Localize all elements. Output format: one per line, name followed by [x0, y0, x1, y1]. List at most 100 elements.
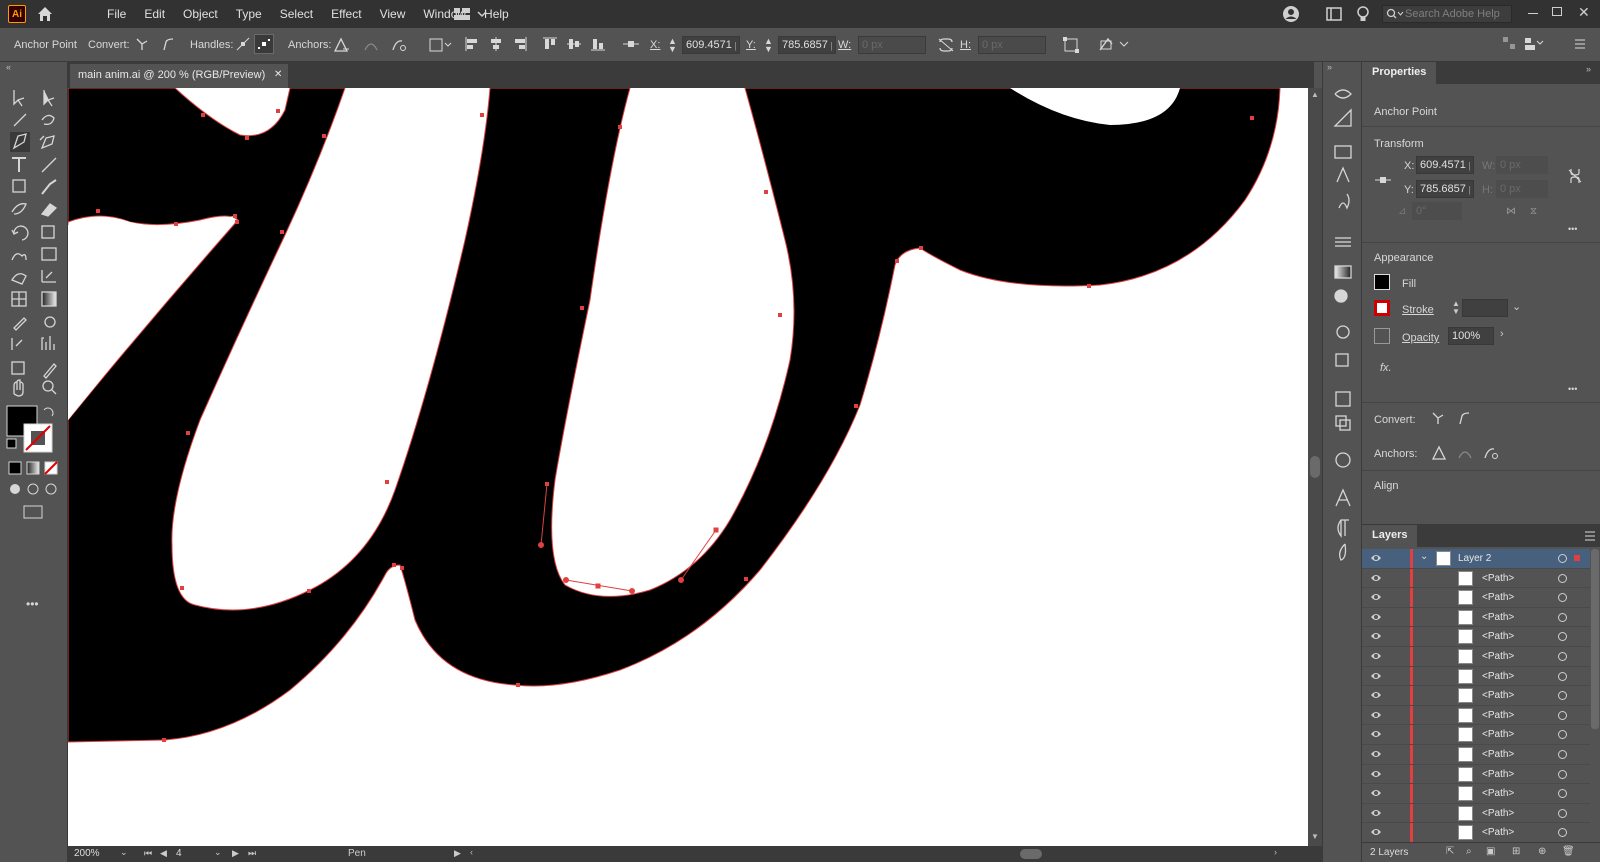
scale-tool-icon[interactable] [41, 225, 55, 239]
layer-row-path[interactable]: <Path> [1362, 745, 1590, 765]
symbols-panel-icon[interactable] [1338, 193, 1350, 210]
export-layer-icon[interactable]: ⇱ [1446, 846, 1454, 857]
visibility-eye-icon[interactable] [1370, 553, 1382, 565]
menu-file[interactable]: File [98, 7, 135, 21]
draw-normal-icon[interactable] [10, 484, 20, 494]
align-left-icon[interactable] [464, 36, 480, 52]
color-mode-icon[interactable] [8, 461, 22, 475]
swatches-panel-icon[interactable] [1334, 145, 1352, 159]
target-circle-icon[interactable] [1558, 593, 1567, 603]
align-center-icon[interactable] [488, 36, 504, 52]
document-tab[interactable]: main anim.ai @ 200 % (RGB/Preview) ✕ [70, 64, 288, 88]
path-name[interactable]: <Path> [1482, 631, 1514, 642]
visibility-eye-icon[interactable] [1370, 729, 1382, 741]
layer-row-path[interactable]: <Path> [1362, 784, 1590, 804]
opentype-panel-icon[interactable] [1339, 543, 1347, 561]
hscroll-right-icon[interactable]: › [1274, 847, 1277, 857]
brushes-panel-icon[interactable] [1336, 166, 1350, 183]
layer-name[interactable]: Layer 2 [1458, 553, 1491, 564]
visibility-eye-icon[interactable] [1370, 592, 1382, 604]
layer-row-path[interactable]: <Path> [1362, 568, 1590, 589]
artboard-tool-icon[interactable] [11, 361, 25, 375]
y-field[interactable] [778, 36, 836, 54]
asset-export-panel-icon[interactable] [1335, 391, 1351, 407]
target-circle-icon[interactable] [1558, 828, 1567, 838]
selection-tool-icon[interactable] [13, 90, 25, 107]
props-remove-anchor-icon[interactable] [1430, 444, 1448, 462]
scroll-up-icon[interactable]: ▲ [1311, 90, 1319, 99]
props-connect-anchors-icon[interactable] [1456, 444, 1474, 462]
align-middle-icon[interactable] [566, 36, 582, 52]
gradient-mode-icon[interactable] [26, 461, 40, 475]
collapse-panels-icon[interactable]: » [1327, 62, 1332, 72]
draw-behind-icon[interactable] [27, 483, 39, 495]
paragraph-panel-icon[interactable] [1337, 519, 1349, 538]
path-name[interactable]: <Path> [1482, 671, 1514, 682]
layer-row-path[interactable]: <Path> [1362, 607, 1590, 628]
letter-stroke-shape[interactable] [68, 88, 1281, 743]
draw-inside-icon[interactable] [45, 483, 57, 495]
artboard-dropdown-icon[interactable]: ⌄ [214, 847, 222, 858]
hscroll-thumb[interactable] [1020, 849, 1042, 859]
layer-row-path[interactable]: <Path> [1362, 627, 1590, 647]
target-circle-icon[interactable] [1558, 671, 1567, 681]
menu-effect[interactable]: Effect [322, 7, 370, 21]
transform-more-icon[interactable]: ••• [1568, 224, 1577, 234]
layers-scrollbar[interactable] [1591, 549, 1599, 729]
artboard-number[interactable]: 4 [176, 848, 182, 859]
menu-type[interactable]: Type [227, 7, 271, 21]
target-circle-icon[interactable] [1558, 554, 1567, 563]
arrange-documents-icon[interactable] [1326, 7, 1342, 21]
w-field[interactable] [858, 36, 926, 54]
collapse-tools-icon[interactable]: « [6, 62, 11, 72]
props-convert-smooth-icon[interactable] [1456, 410, 1472, 426]
eraser-tool-icon[interactable] [40, 203, 58, 217]
color-guide-panel-icon[interactable] [1333, 108, 1352, 127]
layer-row-path[interactable]: <Path> [1362, 588, 1590, 608]
mesh-tool-icon[interactable] [11, 291, 27, 307]
layer-row-path[interactable]: <Path> [1362, 803, 1590, 824]
new-layer-icon[interactable]: ⊕ [1538, 846, 1546, 857]
slice-tool-icon[interactable] [43, 363, 57, 379]
new-sublayer-icon[interactable]: ⊞ [1512, 846, 1520, 857]
convert-smooth-icon[interactable] [160, 36, 176, 52]
fx-label[interactable]: fx. [1380, 362, 1392, 374]
scroll-down-icon[interactable]: ▼ [1311, 832, 1319, 841]
target-circle-icon[interactable] [1558, 769, 1567, 779]
target-circle-icon[interactable] [1558, 652, 1567, 661]
graphic-styles-panel-icon[interactable] [1335, 353, 1349, 367]
control-bar-menu-icon[interactable] [1574, 38, 1586, 50]
path-name[interactable]: <Path> [1482, 788, 1514, 799]
path-name[interactable]: <Path> [1482, 710, 1514, 721]
target-circle-icon[interactable] [1558, 789, 1567, 799]
graph-tool-icon[interactable] [41, 336, 55, 350]
opacity-field[interactable] [1448, 327, 1494, 345]
select-similar-icon[interactable] [1098, 36, 1132, 54]
gradient-panel-icon[interactable] [1334, 265, 1352, 279]
layer-row-layer-2[interactable]: ⌄ Layer 2 [1362, 549, 1590, 569]
menu-edit[interactable]: Edit [135, 7, 174, 21]
home-icon[interactable] [36, 5, 54, 23]
type-tool-icon[interactable] [12, 157, 26, 172]
workspace-switcher-icon[interactable] [454, 7, 488, 21]
props-cut-path-icon[interactable] [1482, 444, 1500, 462]
status-menu-icon[interactable]: ▶ [454, 848, 461, 859]
hand-tool-icon[interactable] [13, 379, 24, 397]
last-artboard-icon[interactable]: ⏭ [248, 848, 256, 859]
visibility-eye-icon[interactable] [1370, 769, 1382, 781]
character-panel-icon[interactable] [1335, 488, 1351, 507]
x-field[interactable] [682, 36, 740, 54]
user-account-icon[interactable] [1282, 5, 1300, 23]
previous-artboard-icon[interactable]: ◀ [160, 848, 167, 859]
line-tool-icon[interactable] [41, 157, 57, 173]
selection-indicator[interactable] [1574, 555, 1580, 561]
minimize-window-icon[interactable] [1528, 13, 1538, 14]
layer-row-path[interactable]: <Path> [1362, 666, 1590, 687]
default-colors-icon[interactable] [6, 438, 17, 449]
target-circle-icon[interactable] [1558, 632, 1567, 642]
path-name[interactable]: <Path> [1482, 573, 1514, 584]
h-field[interactable] [978, 36, 1046, 54]
shape-builder-tool-icon[interactable] [11, 273, 27, 285]
arrange-icon[interactable] [1524, 36, 1544, 52]
path-name[interactable]: <Path> [1482, 827, 1514, 838]
